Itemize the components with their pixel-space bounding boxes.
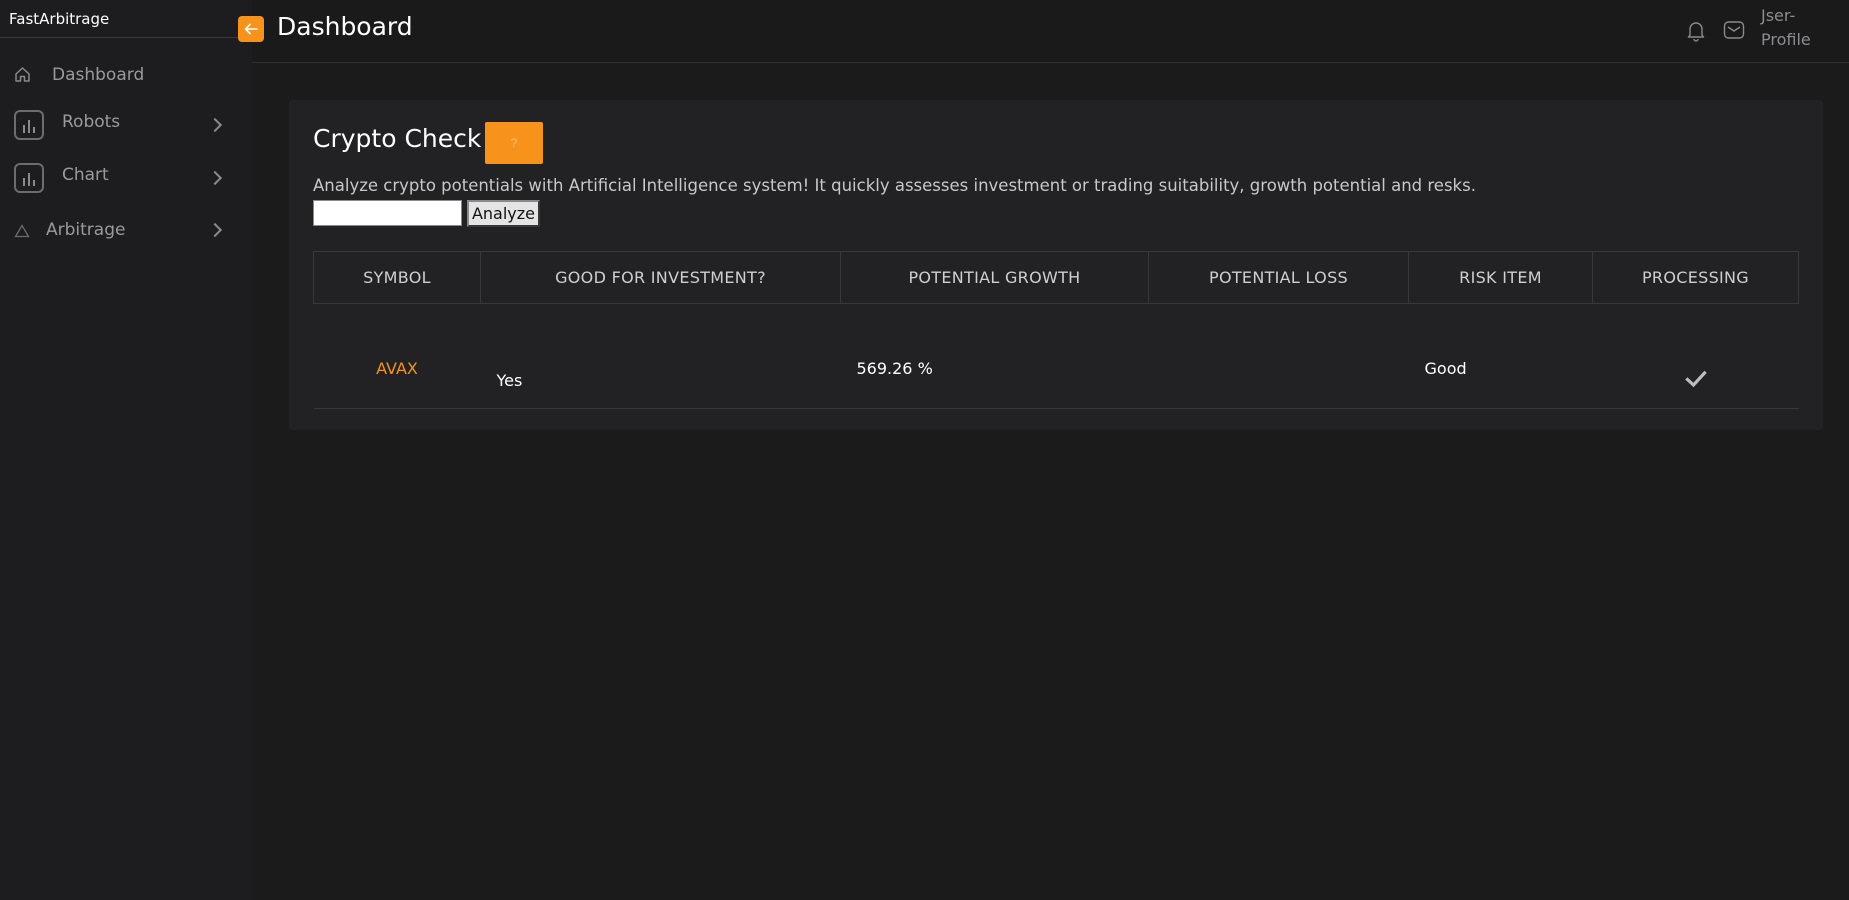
user-profile-line: Jser-: [1761, 6, 1796, 25]
bar-chart-icon: [14, 163, 44, 193]
checkmark-icon: [1593, 370, 1799, 392]
sidebar-item-robots[interactable]: Robots: [0, 108, 230, 142]
cell-good-for-investment: Yes: [480, 303, 841, 409]
card-title: Crypto Check: [313, 124, 482, 153]
bell-icon[interactable]: [1686, 20, 1706, 46]
table-row: AVAX Yes 569.26 % Good: [313, 303, 1799, 409]
bar-chart-icon: [14, 110, 44, 140]
table-header-row: SYMBOL GOOD FOR INVESTMENT? POTENTIAL GR…: [313, 251, 1799, 304]
sidebar: FastArbitrage Dashboard Robots Chart Arb…: [0, 0, 252, 900]
sidebar-item-chart[interactable]: Chart: [0, 161, 230, 195]
chevron-right-icon: [207, 170, 223, 186]
cell-processing: [1592, 303, 1799, 409]
cell-risk-item: Good: [1408, 303, 1593, 409]
sidebar-item-dashboard[interactable]: Dashboard: [0, 60, 230, 90]
cell-symbol: AVAX: [313, 303, 481, 409]
column-header-potential-growth: POTENTIAL GROWTH: [840, 251, 1149, 304]
back-button[interactable]: [238, 16, 264, 42]
topbar: Dashboard Jser- Profile: [238, 0, 1849, 63]
chevron-right-icon: [207, 117, 223, 133]
chevron-right-icon: [207, 222, 223, 238]
cell-potential-loss: [1148, 303, 1409, 409]
results-table: SYMBOL GOOD FOR INVESTMENT? POTENTIAL GR…: [313, 251, 1799, 409]
crypto-check-card: Crypto Check ? Analyze crypto potentials…: [289, 100, 1823, 430]
risk-item-value: Good: [1424, 359, 1467, 378]
symbol-input[interactable]: [313, 200, 462, 226]
triangle-icon: [14, 223, 30, 243]
analyze-button[interactable]: Analyze: [467, 200, 540, 227]
potential-growth-value: 569.26 %: [856, 359, 933, 378]
column-header-potential-loss: POTENTIAL LOSS: [1148, 251, 1409, 304]
sidebar-item-label: Robots: [62, 112, 121, 132]
symbol-link[interactable]: AVAX: [314, 359, 481, 378]
help-button[interactable]: ?: [485, 122, 543, 164]
home-icon: [14, 66, 31, 88]
sidebar-item-arbitrage[interactable]: Arbitrage: [0, 215, 230, 245]
user-profile-link[interactable]: Jser- Profile: [1761, 4, 1821, 52]
page-title: Dashboard: [277, 12, 413, 41]
arrow-left-icon: [244, 20, 258, 39]
sidebar-item-label: Chart: [62, 165, 109, 185]
user-profile-line: Profile: [1761, 30, 1811, 49]
column-header-symbol: SYMBOL: [313, 251, 481, 304]
brand-logo[interactable]: FastArbitrage: [0, 0, 252, 38]
column-header-risk-item: RISK ITEM: [1408, 251, 1593, 304]
sidebar-item-label: Arbitrage: [46, 220, 126, 240]
main-content: Crypto Check ? Analyze crypto potentials…: [252, 63, 1849, 900]
column-header-good-for-investment: GOOD FOR INVESTMENT?: [480, 251, 841, 304]
card-description: Analyze crypto potentials with Artificia…: [313, 176, 1476, 195]
cell-potential-growth: 569.26 %: [840, 303, 1149, 409]
column-header-processing: PROCESSING: [1592, 251, 1799, 304]
mail-icon[interactable]: [1723, 20, 1745, 44]
good-for-investment-value: Yes: [496, 371, 523, 390]
sidebar-item-label: Dashboard: [52, 65, 145, 85]
